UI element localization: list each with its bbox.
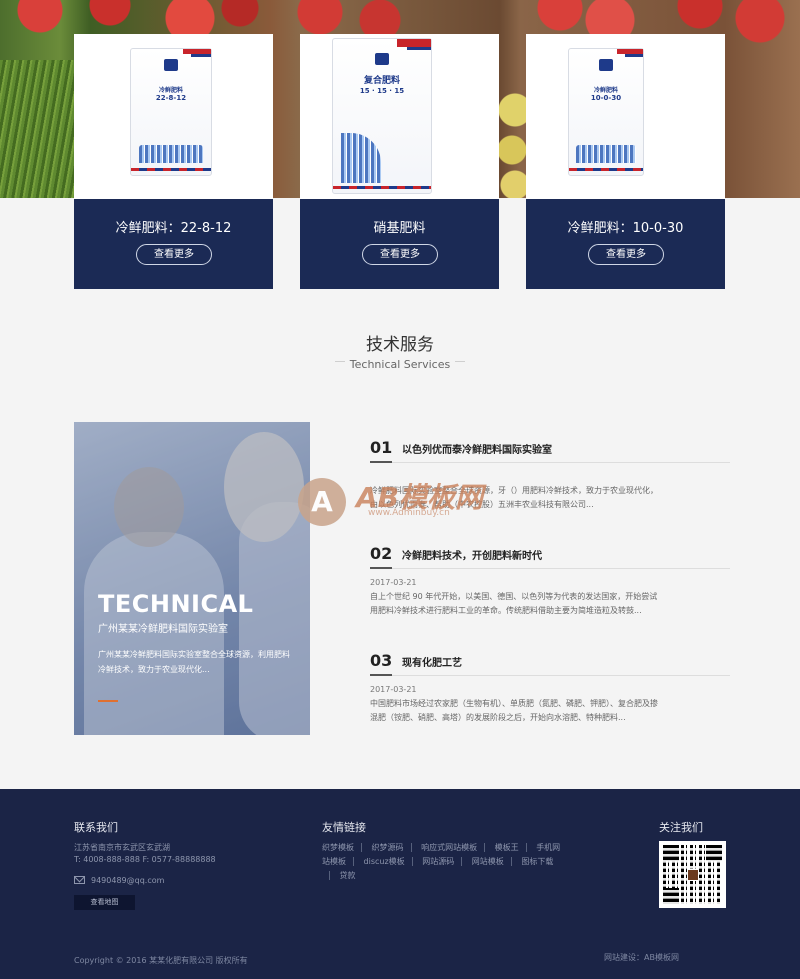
friend-links: 织梦模板 织梦源码 响应式网站模板 模板王 手机网站模板 discuz模板 网站… xyxy=(322,841,562,883)
service-number: 03 xyxy=(370,651,393,670)
product-caption: 硝基肥料 查看更多 xyxy=(300,199,499,289)
follow-heading: 关注我们 xyxy=(659,821,703,834)
service-title[interactable]: 以色列优而泰冷鲜肥料国际实验室 xyxy=(402,441,552,456)
fertilizer-bag: 冷鲜肥料 10-0-30 xyxy=(568,48,644,176)
mail-icon xyxy=(74,876,85,884)
service-date: 2017-03-21 xyxy=(370,578,417,587)
friend-link[interactable]: 图标下载 xyxy=(521,857,553,866)
section-subtitle: Technical Services xyxy=(349,358,451,371)
service-title[interactable]: 现有化肥工艺 xyxy=(402,654,462,669)
friend-link[interactable]: 织梦源码 xyxy=(372,843,404,852)
section-subtitle-wrap: Technical Services xyxy=(0,353,800,372)
service-text: 中国肥料市场经过农家肥（生物有机）、单质肥（氮肥、磷肥、钾肥）、复合肥及掺混肥（… xyxy=(370,699,658,722)
lab-name: 广州某某冷鲜肥料国际实验室 xyxy=(98,624,228,635)
view-more-button[interactable]: 查看更多 xyxy=(588,244,664,265)
product-title: 冷鲜肥料：10-0-30 xyxy=(567,221,684,236)
service-date: 2017-03-21 xyxy=(370,685,417,694)
qr-code xyxy=(659,841,726,908)
product-caption: 冷鲜肥料：10-0-30 查看更多 xyxy=(526,199,725,289)
product-card[interactable]: 复合肥料 15 · 15 · 15 硝基肥料 查看更多 xyxy=(300,34,499,289)
contact-heading: 联系我们 xyxy=(74,821,118,834)
friend-link[interactable]: 模板王 xyxy=(495,843,519,852)
fertilizer-bag: 冷鲜肥料 22-8-12 xyxy=(130,48,212,176)
grass-decoration xyxy=(0,60,75,198)
site-builder-link[interactable]: 网站建设：AB模板网 xyxy=(604,952,679,963)
service-number: 01 xyxy=(370,438,393,457)
links-heading: 友情链接 xyxy=(322,821,366,834)
product-image[interactable]: 冷鲜肥料 10-0-30 xyxy=(526,34,725,199)
technical-heading: TECHNICAL xyxy=(98,590,254,618)
divider-line xyxy=(455,361,465,362)
divider-line xyxy=(335,361,345,362)
accent-bar xyxy=(98,700,118,702)
service-title[interactable]: 冷鲜肥料技术，开创肥料新时代 xyxy=(402,547,542,562)
service-number: 02 xyxy=(370,544,393,563)
product-image[interactable]: 复合肥料 15 · 15 · 15 xyxy=(300,34,499,199)
product-title: 硝基肥料 xyxy=(373,221,426,236)
view-more-button[interactable]: 查看更多 xyxy=(362,244,438,265)
footer: 联系我们 江苏省南京市玄武区玄武湖 T: 4008-888-888 F: 057… xyxy=(0,789,800,979)
copyright: Copyright © 2016 某某化肥有限公司 版权所有 xyxy=(74,956,248,965)
watermark: A AB模板网 www.Adminbuy.cn xyxy=(298,458,518,528)
lab-description: 广州某某冷鲜肥料国际实验室整合全球资源，利用肥料冷鲜技术，致力于农业现代化... xyxy=(98,650,290,674)
friend-link[interactable]: discuz模板 xyxy=(364,857,405,866)
service-text: 自上个世纪 90 年代开始，以美国、德国、以色列等为代表的发达国家，开始尝试用肥… xyxy=(370,592,658,615)
contact-address: 江苏省南京市玄武区玄武湖 xyxy=(74,843,170,852)
friend-link[interactable]: 织梦模板 xyxy=(322,843,354,852)
product-caption: 冷鲜肥料：22-8-12 查看更多 xyxy=(74,199,273,289)
watermark-url: www.Adminbuy.cn xyxy=(368,508,450,518)
friend-link[interactable]: 贷款 xyxy=(340,871,356,880)
view-more-button[interactable]: 查看更多 xyxy=(136,244,212,265)
section-title: 技术服务 xyxy=(366,335,434,355)
fertilizer-bag: 复合肥料 15 · 15 · 15 xyxy=(332,38,432,194)
watermark-logo-icon: A xyxy=(298,478,346,526)
contact-email[interactable]: 9490489@qq.com xyxy=(91,876,164,885)
friend-link[interactable]: 响应式网站模板 xyxy=(421,843,477,852)
product-card[interactable]: 冷鲜肥料 22-8-12 冷鲜肥料：22-8-12 查看更多 xyxy=(74,34,273,289)
technical-image-panel[interactable]: TECHNICAL 广州某某冷鲜肥料国际实验室 广州某某冷鲜肥料国际实验室整合全… xyxy=(74,422,310,735)
friend-link[interactable]: 网站模板 xyxy=(472,857,504,866)
product-title: 冷鲜肥料：22-8-12 xyxy=(115,221,232,236)
contact-phone: T: 4008-888-888 F: 0577-88888888 xyxy=(74,855,216,864)
product-image[interactable]: 冷鲜肥料 22-8-12 xyxy=(74,34,273,199)
friend-link[interactable]: 网站源码 xyxy=(422,857,454,866)
view-map-button[interactable]: 查看地图 xyxy=(74,895,135,910)
product-card[interactable]: 冷鲜肥料 10-0-30 冷鲜肥料：10-0-30 查看更多 xyxy=(526,34,725,289)
